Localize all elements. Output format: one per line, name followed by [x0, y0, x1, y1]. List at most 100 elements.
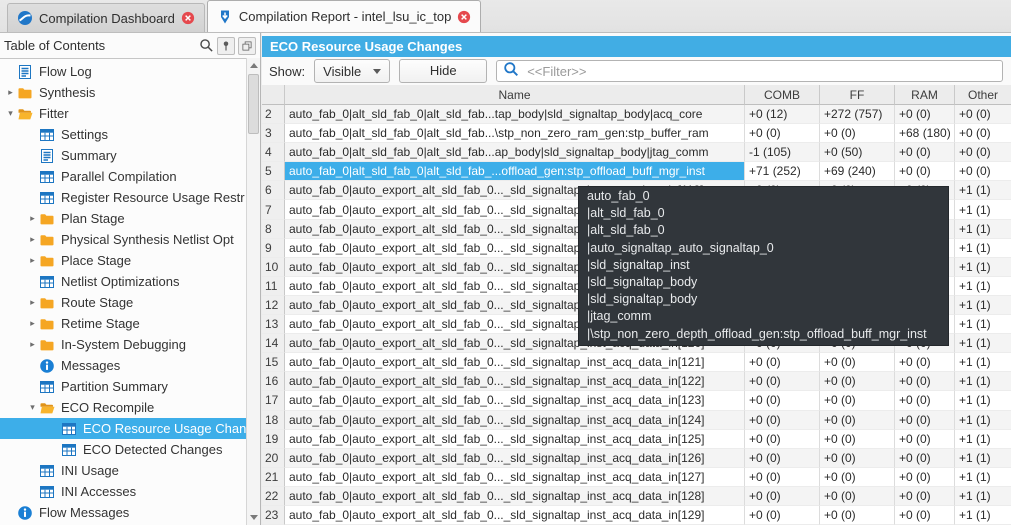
chevron-expanded-icon[interactable]: ▾	[26, 402, 39, 413]
sidebar-item-register-resource-usage-restr[interactable]: Register Resource Usage Restr	[0, 187, 246, 208]
cell-ff[interactable]: +0 (0)	[820, 391, 895, 411]
sidebar-item-flow-messages[interactable]: Flow Messages	[0, 502, 246, 523]
detach-window-icon[interactable]	[238, 36, 256, 55]
table-row[interactable]: 22 auto_fab_0|auto_export_alt_sld_fab_0..…	[262, 486, 1011, 506]
cell-name[interactable]: auto_fab_0|auto_export_alt_sld_fab_0..._…	[285, 448, 745, 468]
sidebar-item-physical-synthesis-netlist-opt[interactable]: ▸ Physical Synthesis Netlist Opt	[0, 229, 246, 250]
cell-comb[interactable]: +0 (12)	[745, 105, 820, 125]
chevron-collapsed-icon[interactable]: ▸	[26, 213, 39, 224]
scroll-thumb[interactable]	[248, 74, 259, 134]
cell-name[interactable]: auto_fab_0|alt_sld_fab_0|alt_sld_fab_...…	[285, 162, 745, 182]
cell-ram[interactable]: +0 (0)	[895, 372, 955, 392]
cell-comb[interactable]: +0 (0)	[745, 353, 820, 373]
chevron-expanded-icon[interactable]: ▾	[4, 108, 17, 119]
tab-compilation-report[interactable]: Compilation Report - intel_lsu_ic_top	[206, 0, 482, 32]
cell-name[interactable]: auto_fab_0|auto_export_alt_sld_fab_0..._…	[285, 429, 745, 449]
cell-other[interactable]: +1 (1)	[955, 200, 1011, 220]
sidebar-item-ini-accesses[interactable]: INI Accesses	[0, 481, 246, 502]
cell-ram[interactable]: +0 (0)	[895, 162, 955, 182]
scroll-up-icon[interactable]	[247, 59, 260, 72]
cell-other[interactable]: +1 (1)	[955, 295, 1011, 316]
cell-ff[interactable]: +0 (0)	[820, 410, 895, 430]
cell-ram[interactable]: +0 (0)	[895, 429, 955, 449]
chevron-collapsed-icon[interactable]: ▸	[26, 339, 39, 350]
chevron-collapsed-icon[interactable]: ▸	[26, 318, 39, 329]
toc-scrollbar[interactable]	[246, 58, 260, 525]
cell-ram[interactable]: +0 (0)	[895, 486, 955, 506]
cell-other[interactable]: +1 (1)	[955, 257, 1011, 277]
header-comb[interactable]: COMB	[745, 85, 820, 105]
cell-comb[interactable]: +0 (0)	[745, 429, 820, 449]
cell-ff[interactable]: +0 (0)	[820, 429, 895, 449]
cell-other[interactable]: +1 (1)	[955, 506, 1011, 525]
table-row[interactable]: 16 auto_fab_0|auto_export_alt_sld_fab_0..…	[262, 372, 1011, 392]
tab-compilation-dashboard[interactable]: Compilation Dashboard	[7, 3, 205, 32]
cell-ff[interactable]: +0 (0)	[820, 124, 895, 144]
sidebar-item-flow-log[interactable]: Flow Log	[0, 61, 246, 82]
chevron-collapsed-icon[interactable]: ▸	[26, 234, 39, 245]
cell-name[interactable]: auto_fab_0|auto_export_alt_sld_fab_0..._…	[285, 505, 745, 525]
sidebar-item-eco-recompile[interactable]: ▾ ECO Recompile	[0, 397, 246, 418]
cell-ram[interactable]: +0 (0)	[895, 467, 955, 487]
sidebar-item-synthesis[interactable]: ▸ Synthesis	[0, 82, 246, 103]
cell-name[interactable]: auto_fab_0|auto_export_alt_sld_fab_0..._…	[285, 486, 745, 506]
pin-icon[interactable]	[217, 36, 235, 55]
cell-other[interactable]: +1 (1)	[955, 486, 1011, 506]
cell-other[interactable]: +1 (1)	[955, 181, 1011, 201]
cell-other[interactable]: +1 (1)	[955, 277, 1011, 296]
table-row[interactable]: 21 auto_fab_0|auto_export_alt_sld_fab_0..…	[262, 467, 1011, 487]
table-row[interactable]: 3 auto_fab_0|alt_sld_fab_0|alt_sld_fab...…	[262, 124, 1011, 144]
cell-ram[interactable]: +0 (0)	[895, 410, 955, 430]
chevron-collapsed-icon[interactable]: ▸	[4, 87, 17, 98]
show-dropdown[interactable]: Visible	[314, 59, 391, 83]
cell-ff[interactable]: +0 (0)	[820, 372, 895, 392]
sidebar-item-netlist-optimizations[interactable]: Netlist Optimizations	[0, 271, 246, 292]
filter-input[interactable]	[525, 62, 996, 80]
cell-other[interactable]: +1 (1)	[955, 315, 1011, 335]
cell-name[interactable]: auto_fab_0|auto_export_alt_sld_fab_0..._…	[285, 372, 745, 392]
search-icon[interactable]	[198, 38, 214, 54]
sidebar-item-retime-stage[interactable]: ▸ Retime Stage	[0, 313, 246, 334]
cell-other[interactable]: +0 (0)	[955, 162, 1011, 182]
cell-name[interactable]: auto_fab_0|alt_sld_fab_0|alt_sld_fab...\…	[285, 124, 745, 144]
sidebar-item-parallel-compilation[interactable]: Parallel Compilation	[0, 166, 246, 187]
filter-box[interactable]	[496, 60, 1003, 82]
cell-ram[interactable]: +0 (0)	[895, 143, 955, 163]
cell-ram[interactable]: +68 (180)	[895, 124, 955, 144]
sidebar-item-plan-stage[interactable]: ▸ Plan Stage	[0, 208, 246, 229]
cell-name[interactable]: auto_fab_0|auto_export_alt_sld_fab_0..._…	[285, 391, 745, 411]
table-row[interactable]: 5 auto_fab_0|alt_sld_fab_0|alt_sld_fab_..…	[262, 162, 1011, 182]
cell-name[interactable]: auto_fab_0|auto_export_alt_sld_fab_0..._…	[285, 353, 745, 373]
cell-ram[interactable]: +0 (0)	[895, 448, 955, 468]
cell-ff[interactable]: +0 (0)	[820, 505, 895, 525]
cell-other[interactable]: +1 (1)	[955, 334, 1011, 354]
table-row[interactable]: 4 auto_fab_0|alt_sld_fab_0|alt_sld_fab...…	[262, 143, 1011, 163]
cell-ram[interactable]: +0 (0)	[895, 391, 955, 411]
cell-other[interactable]: +1 (1)	[955, 448, 1011, 468]
header-name[interactable]: Name	[285, 85, 745, 105]
sidebar-item-ini-usage[interactable]: INI Usage	[0, 460, 246, 481]
hide-button[interactable]: Hide	[399, 59, 488, 83]
cell-comb[interactable]: +0 (0)	[745, 505, 820, 525]
cell-other[interactable]: +1 (1)	[955, 468, 1011, 487]
header-other[interactable]: Other	[955, 85, 1011, 105]
cell-ff[interactable]: +0 (0)	[820, 353, 895, 373]
cell-name[interactable]: auto_fab_0|alt_sld_fab_0|alt_sld_fab...t…	[285, 105, 745, 125]
cell-comb[interactable]: +0 (0)	[745, 486, 820, 506]
sidebar-item-eco-resource-usage-chan[interactable]: ECO Resource Usage Chan	[0, 418, 246, 439]
sidebar-item-messages[interactable]: Messages	[0, 355, 246, 376]
header-ram[interactable]: RAM	[895, 85, 955, 105]
table-row[interactable]: 19 auto_fab_0|auto_export_alt_sld_fab_0..…	[262, 429, 1011, 449]
cell-ram[interactable]: +0 (0)	[895, 505, 955, 525]
table-row[interactable]: 18 auto_fab_0|auto_export_alt_sld_fab_0..…	[262, 410, 1011, 430]
cell-ff[interactable]: +272 (757)	[820, 105, 895, 125]
cell-comb[interactable]: +0 (0)	[745, 124, 820, 144]
close-icon[interactable]	[457, 10, 471, 24]
cell-other[interactable]: +1 (1)	[955, 391, 1011, 411]
cell-comb[interactable]: -1 (105)	[745, 143, 820, 163]
cell-other[interactable]: +1 (1)	[955, 410, 1011, 430]
sidebar-item-eco-detected-changes[interactable]: ECO Detected Changes	[0, 439, 246, 460]
sidebar-item-partition-summary[interactable]: Partition Summary	[0, 376, 246, 397]
cell-ram[interactable]: +0 (0)	[895, 105, 955, 125]
sidebar-item-summary[interactable]: Summary	[0, 145, 246, 166]
